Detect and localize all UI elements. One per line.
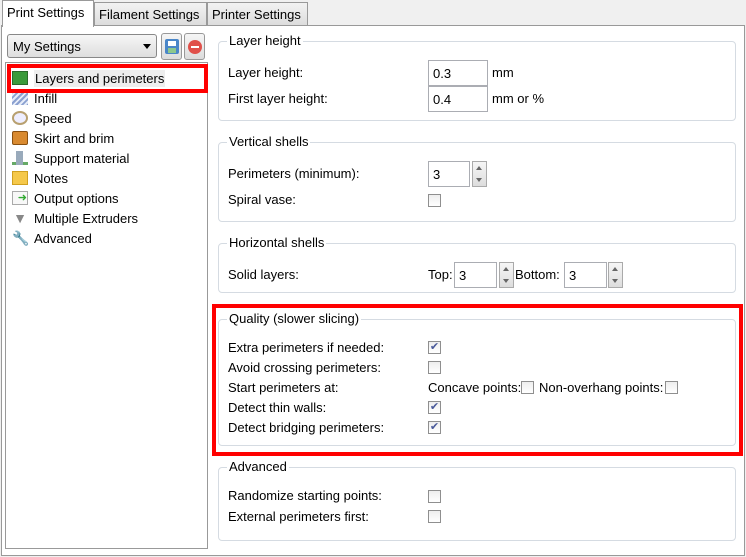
sidebar-item-label: Multiple Extruders: [34, 210, 139, 226]
sidebar-item-notes[interactable]: Notes: [12, 168, 68, 188]
save-preset-button[interactable]: [161, 33, 182, 60]
sidebar-item-output-options[interactable]: ➜ Output options: [12, 188, 119, 208]
sidebar-item-support-material[interactable]: Support material: [12, 148, 129, 168]
spiral-vase-checkbox[interactable]: [428, 194, 441, 207]
bottom-layers-spinner[interactable]: [608, 262, 623, 288]
tab-filament-settings[interactable]: Filament Settings: [94, 2, 207, 26]
clock-icon: [12, 111, 28, 125]
sidebar-item-skirt-and-brim[interactable]: Skirt and brim: [12, 128, 114, 148]
chevron-down-icon: [143, 44, 151, 49]
external-perimeters-first-label: External perimeters first:: [228, 509, 369, 524]
perimeters-input[interactable]: [428, 161, 470, 187]
note-icon: [12, 171, 28, 185]
bottom-layers-input[interactable]: [564, 262, 607, 288]
unit-label: mm: [492, 65, 514, 80]
group-title: Layer height: [227, 33, 303, 48]
group-title: Advanced: [227, 459, 289, 474]
layer-height-input[interactable]: [428, 60, 488, 86]
sidebar-item-label: Notes: [34, 170, 68, 186]
first-layer-height-label: First layer height:: [228, 91, 328, 106]
building-icon: [12, 151, 28, 165]
preset-value: My Settings: [13, 39, 81, 54]
first-layer-height-input[interactable]: [428, 86, 488, 112]
sidebar-item-label: Output options: [34, 190, 119, 206]
sidebar-item-advanced[interactable]: 🔧 Advanced: [12, 228, 92, 248]
highlight-box: [212, 304, 743, 456]
sidebar-item-label: Support material: [34, 150, 130, 166]
sidebar-item-multiple-extruders[interactable]: ▼ Multiple Extruders: [12, 208, 138, 228]
sidebar-item-label: Speed: [34, 110, 72, 126]
spiral-vase-label: Spiral vase:: [228, 192, 296, 207]
export-icon: ➜: [12, 191, 28, 205]
group-advanced: Advanced: [218, 459, 736, 541]
delete-preset-button[interactable]: [184, 33, 205, 60]
group-title: Horizontal shells: [227, 235, 327, 250]
tab-print-settings[interactable]: Print Settings: [2, 0, 94, 27]
randomize-starting-points-checkbox[interactable]: [428, 490, 441, 503]
sidebar-item-label: Advanced: [34, 230, 92, 246]
unit-label: mm or %: [492, 91, 544, 106]
layer-height-label: Layer height:: [228, 65, 304, 80]
top-layers-input[interactable]: [454, 262, 497, 288]
top-label: Top:: [428, 267, 453, 282]
delete-icon: [188, 40, 202, 54]
external-perimeters-first-checkbox[interactable]: [428, 510, 441, 523]
perimeters-label: Perimeters (minimum):: [228, 166, 360, 181]
tab-printer-settings[interactable]: Printer Settings: [207, 2, 308, 26]
wrench-icon: 🔧: [12, 230, 30, 246]
top-layers-spinner[interactable]: [499, 262, 514, 288]
infill-icon: [12, 91, 28, 105]
bottom-label: Bottom:: [515, 267, 560, 282]
settings-page-list: Layers and perimeters Infill Speed Skirt…: [5, 62, 208, 549]
preset-dropdown[interactable]: My Settings: [7, 34, 157, 58]
group-title: Vertical shells: [227, 134, 311, 149]
save-icon: [165, 39, 179, 54]
randomize-starting-points-label: Randomize starting points:: [228, 488, 382, 503]
funnel-icon: ▼: [13, 210, 27, 226]
perimeters-spinner[interactable]: [472, 161, 487, 187]
sidebar-item-speed[interactable]: Speed: [12, 108, 72, 128]
highlight-box: [7, 64, 208, 93]
box-icon: [12, 131, 28, 145]
sidebar-item-label: Skirt and brim: [34, 130, 115, 146]
solid-layers-label: Solid layers:: [228, 267, 299, 282]
